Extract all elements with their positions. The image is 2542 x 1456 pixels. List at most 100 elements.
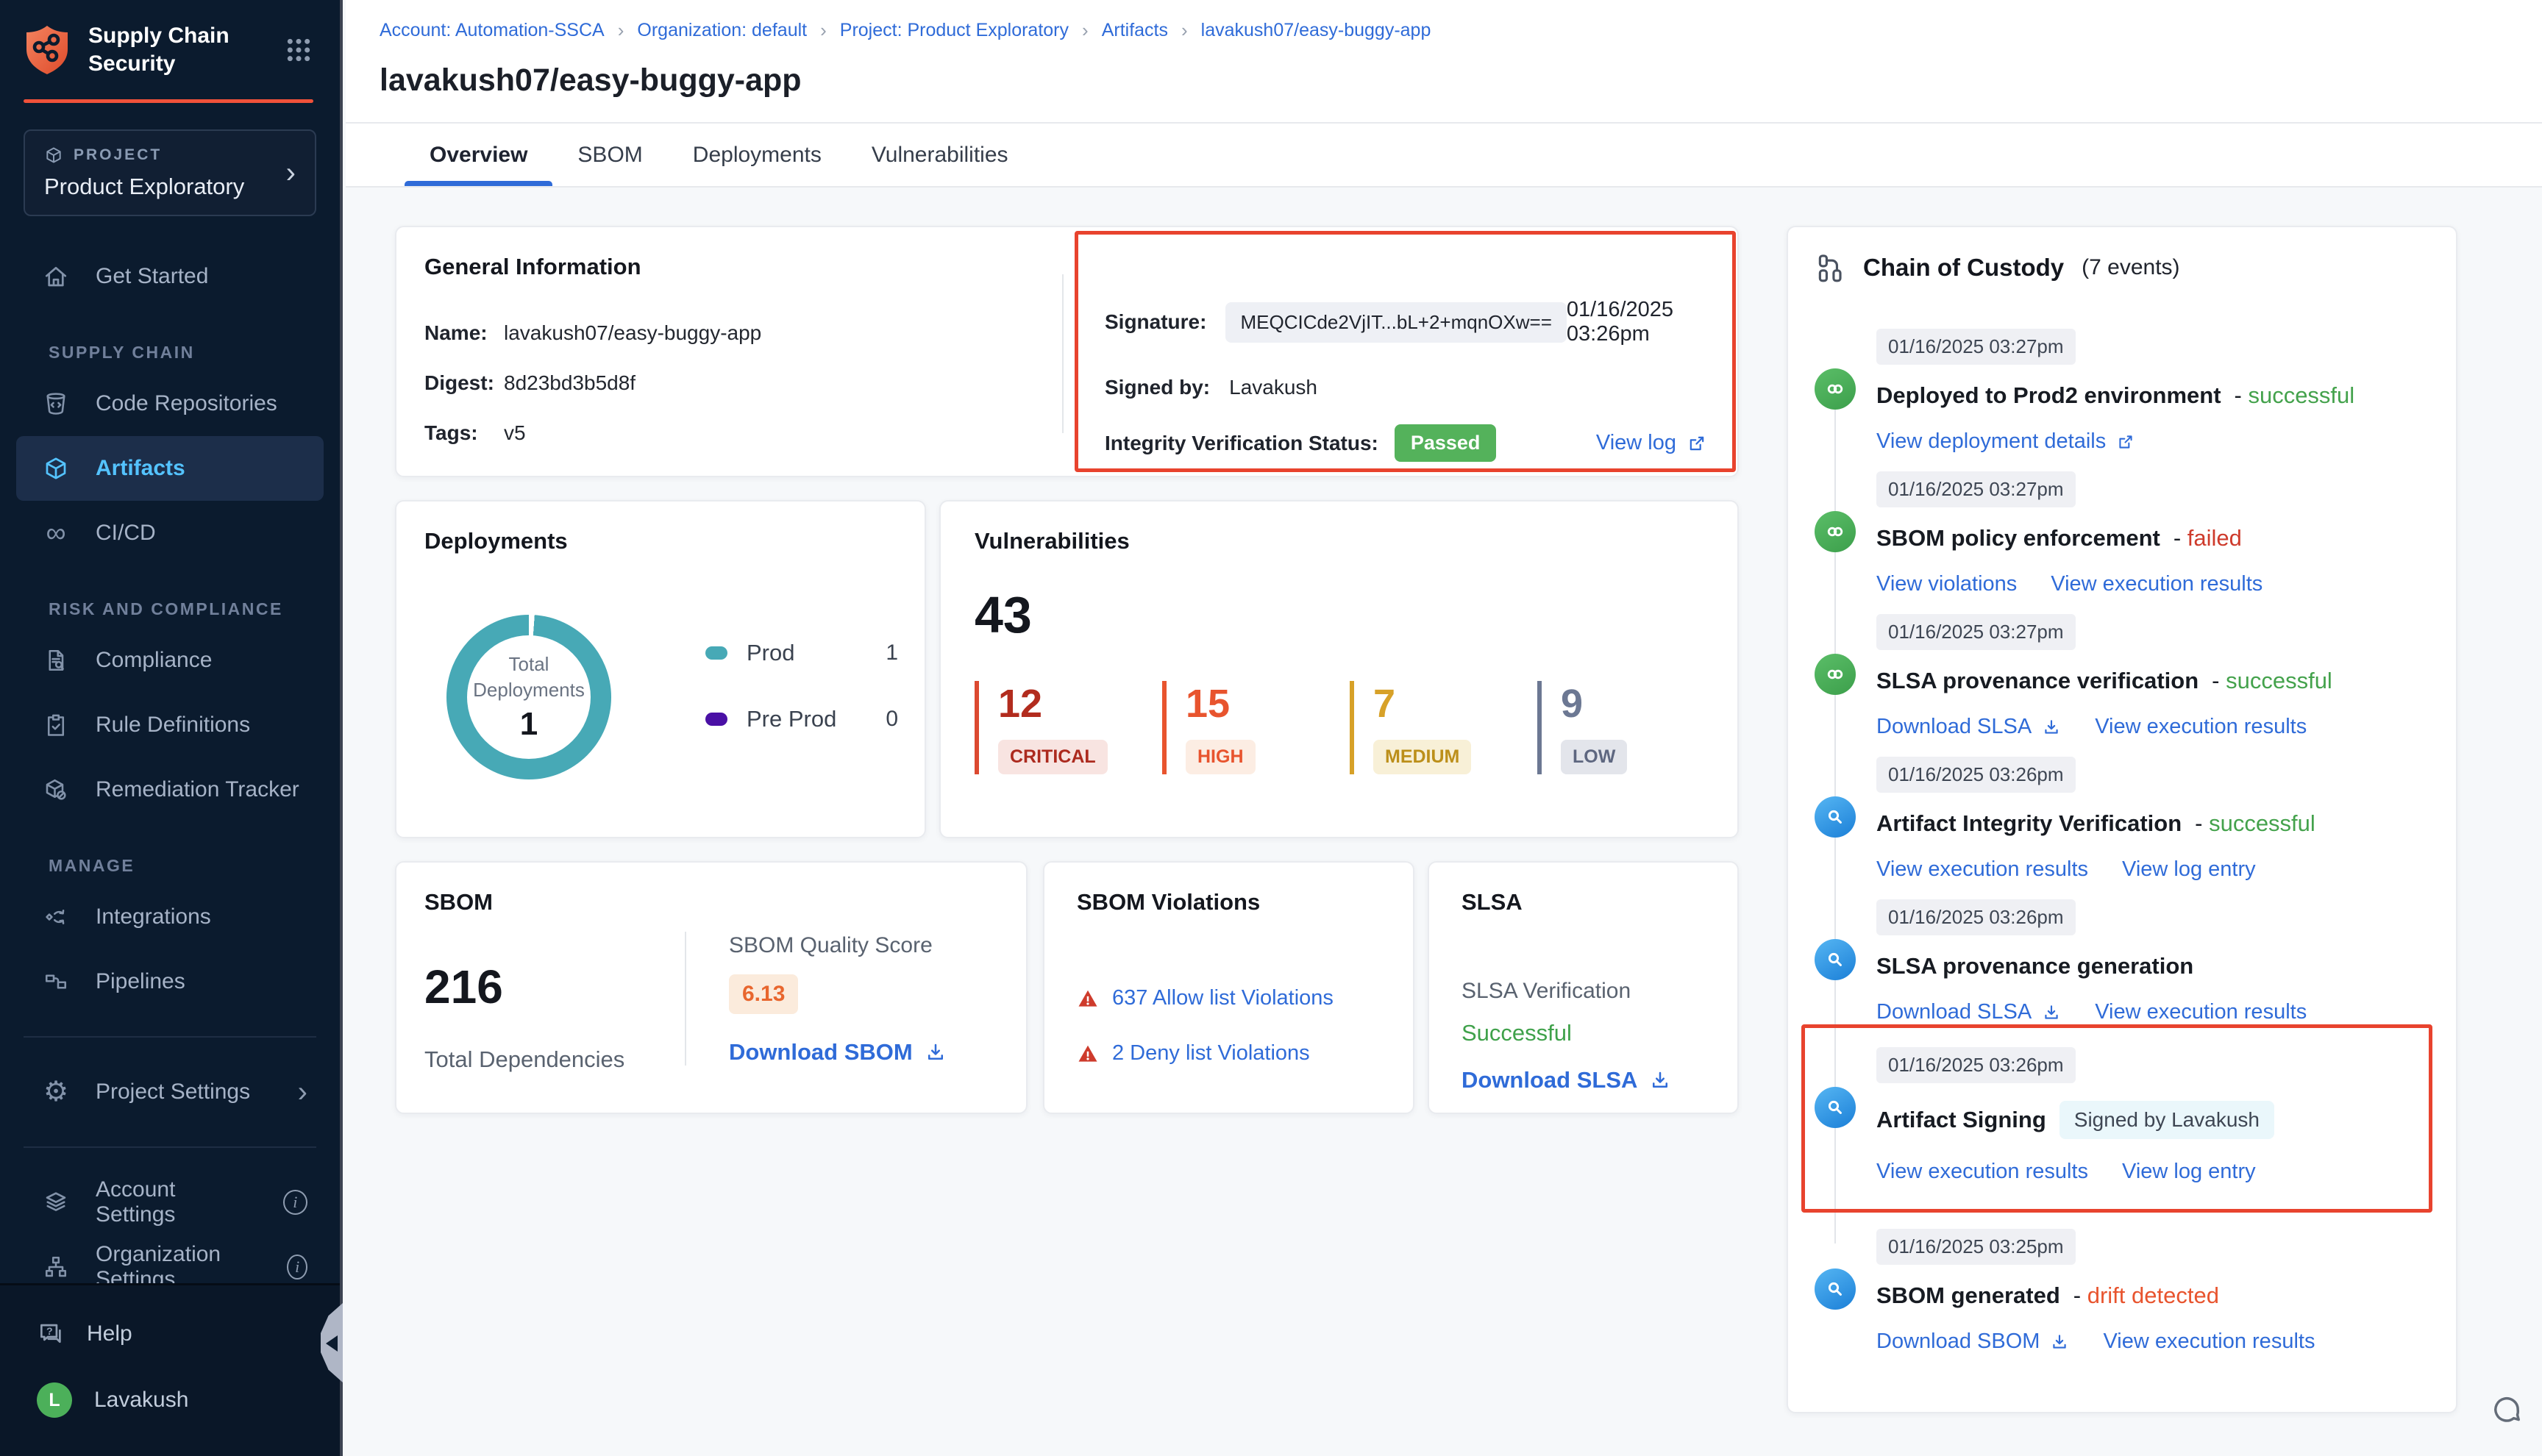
app-grid-icon[interactable] <box>284 35 313 65</box>
digest-label: Digest: <box>424 371 504 395</box>
severity-count: 15 <box>1186 681 1350 727</box>
event-title: Artifact Signing <box>1876 1107 2046 1133</box>
view-execution-results-link[interactable]: View execution results <box>2095 715 2307 739</box>
deny-list-violations-link[interactable]: 2 Deny list Violations <box>1077 1041 1413 1066</box>
sidebar-item-remediation-tracker[interactable]: Remediation Tracker <box>0 757 340 822</box>
severity-low: 9 LOW <box>1537 681 1725 774</box>
nav-section-label: MANAGE <box>49 856 340 876</box>
help-label: Help <box>87 1321 132 1346</box>
view-log-link[interactable]: View log <box>1596 431 1707 455</box>
deployments-card: Deployments Total Deployments 1 <box>395 500 926 838</box>
view-log-entry-link[interactable]: View log entry <box>2122 1160 2256 1184</box>
view-log-label: View log <box>1596 431 1676 455</box>
download-sbom-link[interactable]: Download SBOM <box>729 1039 947 1066</box>
link-label: View execution results <box>2095 715 2307 739</box>
severity-critical: 12 CRITICAL <box>975 681 1162 774</box>
view-deployment-details-link[interactable]: View deployment details <box>1876 429 2135 454</box>
sidebar-item-label: Code Repositories <box>96 391 277 416</box>
user-menu[interactable]: L Lavakush <box>0 1377 340 1424</box>
signature-value[interactable]: MEQCICde2VjIT...bL+2+mqnOXw== <box>1225 302 1566 343</box>
chain-timeline: 01/16/2025 03:27pm Deployed to Prod2 env… <box>1815 329 2429 1354</box>
breadcrumb-artifacts[interactable]: Artifacts <box>1102 20 1168 41</box>
tab-sbom[interactable]: SBOM <box>552 124 667 186</box>
view-log-entry-link[interactable]: View log entry <box>2122 857 2256 882</box>
sidebar-item-pipelines[interactable]: Pipelines <box>0 949 340 1014</box>
breadcrumb-project[interactable]: Project: Product Exploratory <box>840 20 1069 41</box>
preprod-dot-icon <box>705 713 727 726</box>
deployment-link-icon <box>1815 368 1856 410</box>
download-slsa-link[interactable]: Download SLSA <box>1876 715 2061 739</box>
event-title: SBOM policy enforcement <box>1876 525 2160 552</box>
view-violations-link[interactable]: View violations <box>1876 572 2017 596</box>
help-button[interactable]: ? Help <box>0 1310 340 1357</box>
project-name: Product Exploratory <box>44 174 244 200</box>
view-execution-results-link[interactable]: View execution results <box>1876 1160 2088 1184</box>
sidebar-item-compliance[interactable]: Compliance <box>0 628 340 693</box>
sidebar-item-integrations[interactable]: Integrations <box>0 885 340 949</box>
event-timestamp: 01/16/2025 03:27pm <box>1876 471 2076 507</box>
project-selector[interactable]: PROJECT Product Exploratory › <box>24 129 316 216</box>
signed-by-label: Signed by: <box>1105 376 1210 399</box>
signed-by-row: Signed by: Lavakush <box>1105 376 1707 399</box>
view-execution-results-link[interactable]: View execution results <box>2095 1000 2307 1024</box>
repository-icon <box>41 390 71 417</box>
event-status: successful <box>2195 810 2315 837</box>
integrity-status-row: Integrity Verification Status: Passed Vi… <box>1105 424 1707 462</box>
slsa-link-icon <box>1815 654 1856 695</box>
external-link-icon <box>2116 432 2135 452</box>
view-execution-results-link[interactable]: View execution results <box>2103 1330 2315 1354</box>
breadcrumb-organization[interactable]: Organization: default <box>637 20 807 41</box>
sidebar-item-get-started[interactable]: Get Started <box>0 244 340 309</box>
download-slsa-label: Download SLSA <box>1462 1067 1637 1093</box>
sidebar-item-rule-definitions[interactable]: Rule Definitions <box>0 693 340 757</box>
tab-deployments[interactable]: Deployments <box>668 124 847 186</box>
download-sbom-link[interactable]: Download SBOM <box>1876 1330 2069 1354</box>
integrity-label: Integrity Verification Status: <box>1105 432 1378 455</box>
link-label: View violations <box>1876 572 2017 596</box>
download-slsa-link[interactable]: Download SLSA <box>1876 1000 2061 1024</box>
sidebar-item-label: Artifacts <box>96 456 185 481</box>
signed-by-badge: Signed by Lavakush <box>2059 1101 2274 1139</box>
chevron-sep-icon: › <box>820 19 827 42</box>
policy-link-icon <box>1815 511 1856 552</box>
tab-overview[interactable]: Overview <box>405 124 552 186</box>
chevron-right-icon: › <box>286 158 296 188</box>
tags-label: Tags: <box>424 421 504 445</box>
app-title: Supply Chain Security <box>88 22 229 77</box>
sidebar-item-account-settings[interactable]: Account Settings i <box>0 1170 340 1235</box>
user-name: Lavakush <box>94 1388 188 1413</box>
link-label: View execution results <box>2051 572 2262 596</box>
chevron-sep-icon: › <box>1181 19 1188 42</box>
severity-count: 9 <box>1561 681 1725 727</box>
artifact-digest: 8d23bd3b5d8f <box>504 371 636 395</box>
sidebar-item-label: Compliance <box>96 648 212 673</box>
sidebar-item-project-settings[interactable]: ⚙ Project Settings › <box>0 1060 340 1124</box>
download-icon <box>2050 1332 2069 1352</box>
event-timestamp: 01/16/2025 03:26pm <box>1876 757 2076 793</box>
timeline-event-sbom-policy: 01/16/2025 03:27pm SBOM policy enforceme… <box>1815 471 2429 596</box>
chat-help-button[interactable] <box>2488 1391 2526 1430</box>
legend-item-prod: Prod 1 <box>705 640 898 666</box>
sidebar-item-cicd[interactable]: ∞ CI/CD <box>0 501 340 565</box>
donut-center-label: Total Deployments <box>473 652 585 703</box>
sidebar-item-code-repositories[interactable]: Code Repositories <box>0 371 340 436</box>
view-execution-results-link[interactable]: View execution results <box>2051 572 2262 596</box>
sidebar-item-artifacts[interactable]: Artifacts <box>16 436 324 501</box>
allow-list-violations-link[interactable]: 637 Allow list Violations <box>1077 986 1413 1010</box>
vulnerabilities-total: 43 <box>975 585 1737 644</box>
sidebar-nav: Get Started SUPPLY CHAIN Code Repositori… <box>0 244 340 1299</box>
deployments-legend: Prod 1 Pre Prod 0 <box>705 640 898 732</box>
chevron-sep-icon: › <box>618 19 624 42</box>
chain-events-count: (7 events) <box>2082 255 2179 280</box>
view-execution-results-link[interactable]: View execution results <box>1876 857 2088 882</box>
workflow-icon <box>1815 252 1845 283</box>
event-timestamp: 01/16/2025 03:26pm <box>1876 899 2076 935</box>
artifact-name: lavakush07/easy-buggy-app <box>504 321 761 345</box>
breadcrumb-account[interactable]: Account: Automation-SSCA <box>380 20 605 41</box>
download-icon <box>2042 1003 2061 1022</box>
breadcrumb-current[interactable]: lavakush07/easy-buggy-app <box>1201 20 1431 41</box>
download-slsa-link[interactable]: Download SLSA <box>1462 1067 1737 1093</box>
divider <box>24 1146 316 1148</box>
tab-vulnerabilities[interactable]: Vulnerabilities <box>847 124 1033 186</box>
event-timestamp: 01/16/2025 03:25pm <box>1876 1229 2076 1265</box>
